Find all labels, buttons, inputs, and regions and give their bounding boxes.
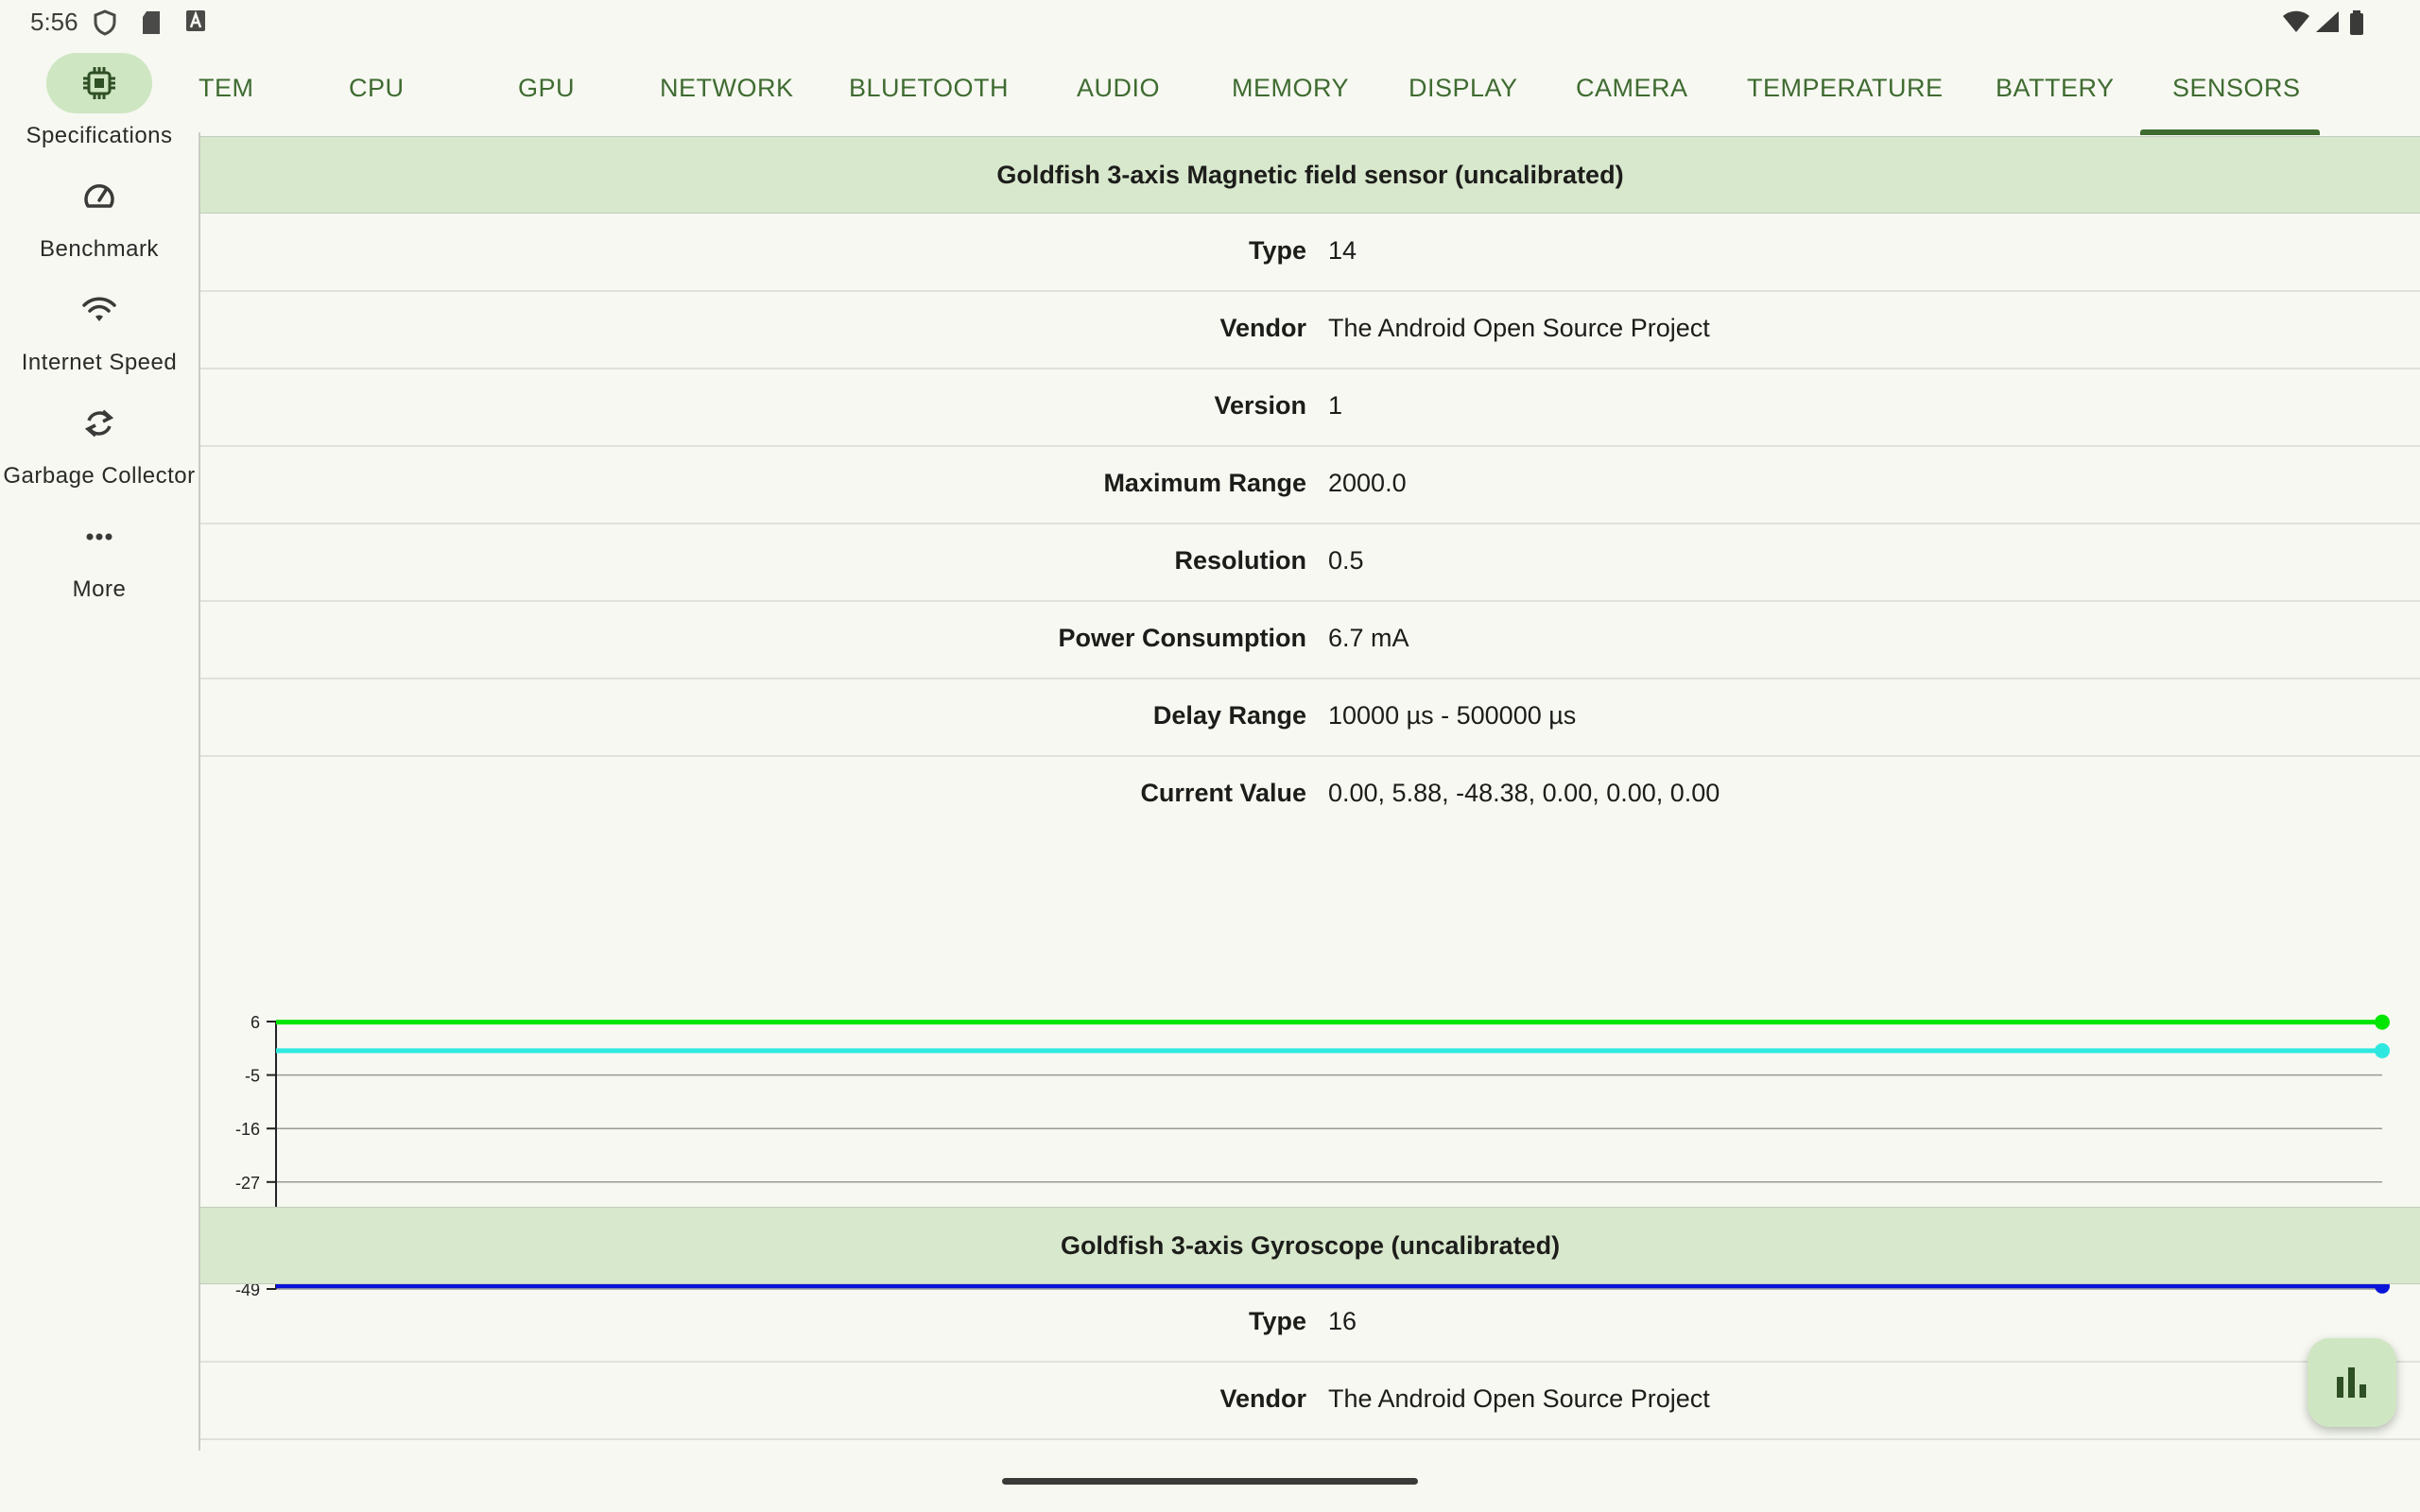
sd-card-icon [143, 11, 160, 34]
sensor-title: Goldfish 3-axis Magnetic field sensor (u… [200, 136, 2420, 214]
table-row: Type 16 [200, 1284, 2420, 1363]
font-a-icon [186, 10, 205, 31]
row-value: 14 [1328, 236, 1357, 265]
row-value: The Android Open Source Project [1328, 314, 1710, 342]
table-row: Current Value 0.00, 5.88, -48.38, 0.00, … [200, 756, 2420, 833]
table-row: Type 14 [200, 214, 2420, 292]
row-value: 0.5 [1328, 546, 1364, 575]
row-value: 10000 µs - 500000 µs [1328, 701, 1577, 730]
refresh-icon [84, 409, 114, 438]
status-bar: 5:56 [0, 0, 2420, 45]
rail-item-specifications[interactable]: Specifications [0, 45, 199, 149]
row-label: Version [1214, 391, 1306, 420]
sensor-list[interactable]: Goldfish 3-axis Magnetic field sensor (u… [200, 136, 2420, 1452]
row-label: Type [1248, 236, 1306, 265]
rail-label: Garbage Collector [3, 463, 196, 489]
gesture-home-bar[interactable] [1002, 1478, 1418, 1485]
category-tabs: TEM CPU GPU NETWORK BLUETOOTH AUDIO MEMO… [199, 45, 2420, 136]
tab-temperature[interactable]: TEMPERATURE [1747, 74, 1944, 103]
row-label: Type [1248, 1307, 1306, 1335]
row-label: Vendor [1219, 314, 1306, 342]
tab-memory[interactable]: MEMORY [1232, 74, 1349, 103]
y-tick-label: 6 [251, 1013, 260, 1032]
sensor-title: Goldfish 3-axis Gyroscope (uncalibrated) [200, 1207, 2420, 1284]
y-tick-label: -5 [245, 1067, 260, 1086]
navigation-rail: Specifications Benchmark Internet Speed … [0, 45, 199, 1444]
battery-icon [2350, 10, 2363, 35]
y-tick-label: -27 [235, 1174, 260, 1193]
wifi-icon [82, 297, 116, 321]
rail-item-internet-speed[interactable]: Internet Speed [0, 282, 199, 386]
table-row: Delay Range 10000 µs - 500000 µs [200, 679, 2420, 757]
chart-fab-button[interactable] [2308, 1338, 2396, 1427]
tab-network[interactable]: NETWORK [660, 74, 794, 103]
tab-audio[interactable]: AUDIO [1077, 74, 1160, 103]
rail-label: Benchmark [40, 236, 159, 262]
row-value: 0.00, 5.88, -48.38, 0.00, 0.00, 0.00 [1328, 779, 1720, 807]
row-label: Vendor [1219, 1384, 1306, 1413]
tab-battery[interactable]: BATTERY [1996, 74, 2115, 103]
more-horizontal-icon [86, 533, 112, 541]
rail-item-garbage-collector[interactable]: Garbage Collector [0, 395, 199, 499]
row-label: Resolution [1174, 546, 1307, 575]
tab-display[interactable]: DISPLAY [1409, 74, 1518, 103]
table-row: Resolution 0.5 [200, 524, 2420, 602]
wifi-icon [2283, 10, 2309, 32]
rail-label: Specifications [26, 123, 173, 148]
tab-system[interactable]: TEM [199, 74, 254, 103]
y-tick-label: -16 [235, 1120, 260, 1139]
cell-signal-icon [2316, 11, 2339, 32]
series-point-1 [2375, 1042, 2390, 1058]
row-value: 6.7 mA [1328, 624, 1409, 652]
series-point-0 [2375, 1014, 2390, 1030]
rail-label: More [72, 576, 127, 602]
speedometer-icon [84, 184, 114, 208]
rail-item-more[interactable]: More [0, 508, 199, 612]
row-value: 2000.0 [1328, 469, 1407, 497]
row-label: Delay Range [1152, 701, 1306, 730]
row-label: Power Consumption [1058, 624, 1307, 652]
shield-icon [94, 9, 116, 36]
table-row: Power Consumption 6.7 mA [200, 601, 2420, 679]
row-label: Current Value [1140, 779, 1306, 807]
bar-chart-icon [2337, 1367, 2366, 1398]
table-row: Version 1 [200, 369, 2420, 447]
status-time: 5:56 [30, 8, 78, 36]
table-row: Vendor The Android Open Source Project [200, 1362, 2420, 1440]
row-label: Maximum Range [1103, 469, 1306, 497]
table-row: Vendor The Android Open Source Project [200, 291, 2420, 369]
tab-bluetooth[interactable]: BLUETOOTH [849, 74, 1009, 103]
rail-label: Internet Speed [21, 350, 178, 375]
row-value: 16 [1328, 1307, 1357, 1335]
tab-camera[interactable]: CAMERA [1576, 74, 1688, 103]
row-value: 1 [1328, 391, 1343, 420]
tab-sensors[interactable]: SENSORS [2172, 74, 2301, 103]
table-row: Maximum Range 2000.0 [200, 446, 2420, 524]
tab-gpu[interactable]: GPU [518, 74, 575, 103]
tab-cpu[interactable]: CPU [349, 74, 405, 103]
row-value: The Android Open Source Project [1328, 1384, 1710, 1413]
chip-icon [83, 67, 115, 99]
rail-item-benchmark[interactable]: Benchmark [0, 168, 199, 272]
tab-selected-indicator [2140, 129, 2320, 135]
